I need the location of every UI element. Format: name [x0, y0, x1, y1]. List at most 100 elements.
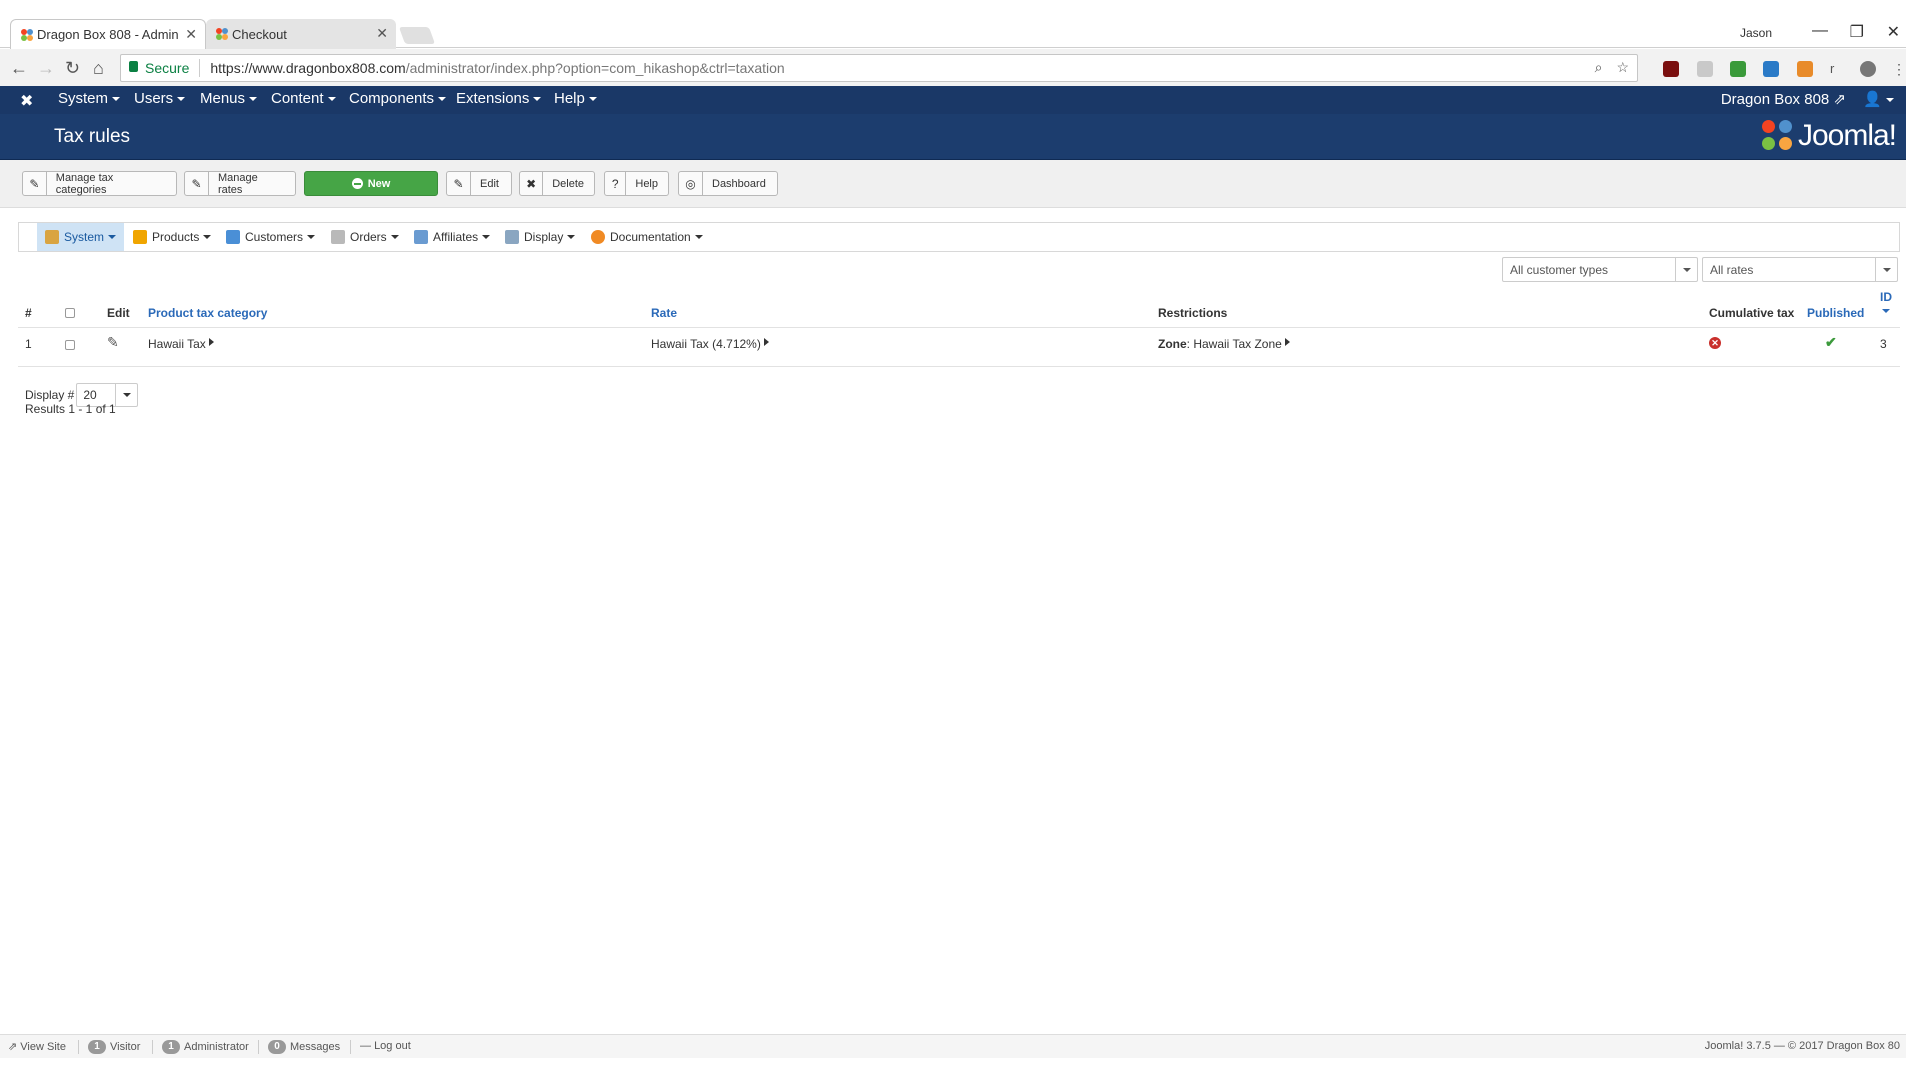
- page-header: Tax rules Joomla!: [0, 114, 1906, 160]
- select-value: 20: [83, 388, 97, 402]
- column-header-id[interactable]: ID: [1880, 290, 1892, 304]
- secure-indicator[interactable]: Secure: [121, 60, 189, 76]
- submenu-customers[interactable]: Customers: [226, 223, 316, 251]
- user-icon: 👤: [1863, 91, 1882, 108]
- browser-tab-checkout[interactable]: Checkout ✕: [206, 19, 396, 49]
- close-icon[interactable]: ✕: [376, 25, 388, 42]
- column-header-restrictions: Restrictions: [1158, 306, 1228, 320]
- url-input[interactable]: Secure https://www.dragonbox808.com/admi…: [120, 54, 1638, 82]
- select-value: All rates: [1710, 262, 1754, 277]
- nav-menu-users[interactable]: Users: [134, 90, 186, 107]
- evernote-extension-icon[interactable]: [1730, 61, 1746, 77]
- delete-button[interactable]: ✖ Delete: [519, 171, 595, 196]
- address-bar-row: ← → ↻ ⌂ Secure https://www.dragonbox808.…: [0, 49, 1906, 87]
- window-user-name[interactable]: Jason: [1740, 26, 1772, 40]
- display-label: Display #: [25, 388, 75, 402]
- dropbox-extension-icon[interactable]: [1697, 61, 1713, 77]
- button-label: Help: [635, 177, 658, 190]
- submenu-system[interactable]: System: [37, 223, 125, 251]
- sort-desc-icon[interactable]: [1882, 309, 1890, 313]
- minus-icon: —: [360, 1040, 371, 1052]
- submenu-affiliates[interactable]: Affiliates: [414, 223, 491, 251]
- zoom-icon[interactable]: ⌕: [1595, 59, 1603, 76]
- nav-menu-extensions[interactable]: Extensions: [456, 90, 542, 107]
- dashboard-icon: ◎: [679, 172, 703, 195]
- window-close-icon[interactable]: ✕: [1887, 22, 1900, 42]
- dashboard-button[interactable]: ◎ Dashboard: [678, 171, 778, 196]
- column-header-cumulative: Cumulative tax: [1709, 306, 1795, 320]
- caret-down-icon: [203, 235, 212, 239]
- joomla-favicon-icon: [21, 29, 33, 41]
- back-arrow-icon[interactable]: ←: [10, 58, 28, 79]
- manage-rates-button[interactable]: ✎ Manage rates: [184, 171, 296, 196]
- submenu-display[interactable]: Display: [505, 223, 576, 251]
- admin-badge: 1: [162, 1040, 180, 1054]
- secure-label: Secure: [145, 60, 190, 76]
- display-icon: [505, 230, 519, 244]
- caret-down-icon: [1886, 98, 1894, 103]
- rate-name: Hawaii Tax (4.712%): [651, 337, 761, 351]
- view-site-link[interactable]: ⇗ View Site: [8, 1040, 66, 1054]
- rss-extension-icon[interactable]: [1797, 61, 1813, 77]
- visitors-count[interactable]: 1 Visitor: [88, 1040, 140, 1054]
- pdf-extension-icon[interactable]: [1663, 61, 1679, 77]
- minimize-icon[interactable]: —: [1812, 22, 1828, 40]
- nav-menu-components[interactable]: Components: [349, 90, 447, 107]
- nav-menu-content[interactable]: Content: [271, 90, 336, 107]
- nav-menu-help[interactable]: Help: [554, 90, 597, 107]
- nav-menu-label: Users: [134, 90, 174, 107]
- column-header-category[interactable]: Product tax category: [148, 306, 267, 320]
- site-link[interactable]: Dragon Box 808 ⇗: [1721, 90, 1846, 108]
- manage-tax-categories-button[interactable]: ✎ Manage tax categories: [22, 171, 177, 196]
- browser-menu-icon[interactable]: ⋮: [1892, 61, 1906, 77]
- help-button[interactable]: ? Help: [604, 171, 669, 196]
- browser-tab-admin[interactable]: Dragon Box 808 - Admin ✕: [10, 19, 206, 49]
- column-header-published[interactable]: Published: [1807, 306, 1864, 320]
- close-icon[interactable]: ✕: [185, 26, 197, 43]
- admins-count[interactable]: 1 Administrator: [162, 1040, 249, 1054]
- home-icon[interactable]: ⌂: [93, 58, 104, 79]
- rate-link[interactable]: Hawaii Tax (4.712%): [651, 337, 769, 351]
- new-button[interactable]: New: [304, 171, 438, 196]
- select-all-checkbox[interactable]: [65, 308, 75, 318]
- row-checkbox[interactable]: [65, 340, 75, 350]
- edit-button[interactable]: ✎ Edit: [446, 171, 512, 196]
- forward-arrow-icon[interactable]: →: [37, 58, 55, 79]
- power-extension-icon[interactable]: [1860, 61, 1876, 77]
- logout-link[interactable]: — Log out: [360, 1040, 411, 1052]
- submenu-label: Affiliates: [433, 230, 479, 244]
- screen-extension-icon[interactable]: [1763, 61, 1779, 77]
- nav-menu-menus[interactable]: Menus: [200, 90, 258, 107]
- messages-count[interactable]: 0 Messages: [268, 1040, 340, 1054]
- submenu-products[interactable]: Products: [133, 223, 212, 251]
- new-tab-button[interactable]: [398, 27, 436, 44]
- published-check-icon[interactable]: ✔: [1825, 334, 1837, 351]
- restriction-label: Zone: [1158, 337, 1187, 351]
- submenu-label: Orders: [350, 230, 387, 244]
- restriction-zone[interactable]: Zone: Hawaii Tax Zone: [1158, 337, 1290, 351]
- status-bar: ⇗ View Site 1 Visitor 1 Administrator 0 Mes…: [0, 1034, 1906, 1058]
- rates-select[interactable]: All rates: [1702, 257, 1898, 282]
- restore-icon[interactable]: ❐: [1850, 22, 1864, 42]
- submenu-label: Documentation: [610, 230, 691, 244]
- tax-category-link[interactable]: Hawaii Tax: [148, 337, 214, 351]
- nav-menu-system[interactable]: System: [58, 90, 121, 107]
- page-title: Tax rules: [54, 126, 131, 147]
- column-header-rate[interactable]: Rate: [651, 306, 677, 320]
- reload-icon[interactable]: ↻: [65, 58, 80, 79]
- admin-label: Administrator: [184, 1041, 249, 1053]
- omnibox-actions: ⌕ ☆: [1595, 59, 1629, 76]
- user-menu[interactable]: 👤: [1863, 90, 1894, 108]
- submenu-documentation[interactable]: Documentation: [591, 223, 703, 251]
- cumulative-no-icon[interactable]: ✕: [1709, 337, 1721, 349]
- submenu-orders[interactable]: Orders: [331, 223, 399, 251]
- pencil-icon[interactable]: ✎: [107, 334, 119, 351]
- button-label: Dashboard: [712, 177, 766, 190]
- customers-icon: [226, 230, 240, 244]
- url-path: /administrator/index.php?option=com_hika…: [405, 60, 785, 76]
- star-icon[interactable]: ☆: [1616, 59, 1629, 76]
- joomla-logo-icon[interactable]: ✖: [20, 91, 33, 111]
- visitor-label: Visitor: [110, 1041, 141, 1053]
- customer-type-select[interactable]: All customer types: [1502, 257, 1698, 282]
- r-extension-icon[interactable]: r: [1830, 61, 1846, 77]
